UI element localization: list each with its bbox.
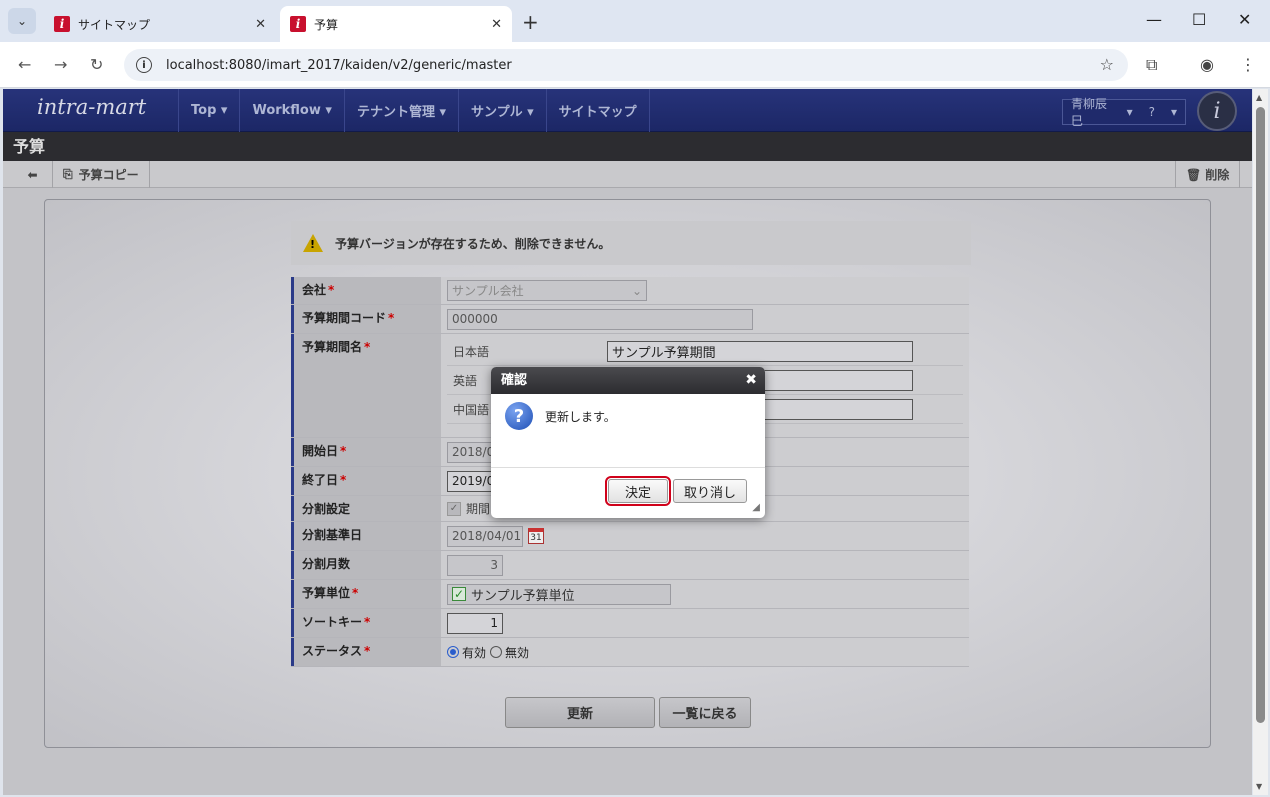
menu-sample[interactable]: サンプル ▾	[458, 89, 546, 132]
status-label: ステータス *	[291, 638, 441, 666]
scrollbar-thumb[interactable]	[1256, 107, 1265, 723]
menu-sitemap[interactable]: サイトマップ	[545, 89, 650, 132]
page-title: 予算	[3, 132, 1252, 161]
url-text: localhost:8080/imart_2017/kaiden/v2/gene…	[166, 57, 512, 73]
budget-copy-button[interactable]: ⎘ 予算コピー	[53, 161, 150, 188]
page-scrollbar[interactable]: ▲ ▼	[1253, 89, 1268, 795]
browser-menu-icon[interactable]: ⋮	[1240, 55, 1256, 74]
dialog-title: 確認	[501, 373, 528, 388]
reload-icon[interactable]: ↻	[90, 55, 103, 74]
tab-sitemap[interactable]: i サイトマップ ✕	[44, 6, 276, 42]
back-button[interactable]: ⬅	[13, 161, 53, 188]
tab-budget[interactable]: i 予算 ✕	[280, 6, 512, 42]
budget-copy-label: 予算コピー	[78, 168, 139, 182]
confirm-cancel-button[interactable]: 取り消し	[673, 479, 747, 503]
profile-icon[interactable]: ◉	[1200, 55, 1214, 74]
company-label: 会社 *	[291, 277, 441, 304]
dialog-body: ? 更新します。	[491, 394, 765, 468]
status-inactive-label: 無効	[505, 645, 530, 660]
status-inactive-radio[interactable]	[490, 646, 503, 658]
period-name-ja-input[interactable]: サンプル予算期間	[607, 340, 913, 362]
menu-top[interactable]: Top ▾	[178, 89, 239, 132]
menu-tenant-admin[interactable]: テナント管理 ▾	[343, 89, 458, 132]
warning-text: 予算バージョンが存在するため、削除できません。	[335, 236, 611, 251]
calendar-icon: 31	[528, 528, 544, 544]
confirm-ok-button[interactable]: 決定	[605, 476, 671, 506]
split-months-field: 3	[447, 554, 503, 576]
site-info-icon[interactable]: i	[136, 57, 152, 73]
user-name: 青柳辰巳	[1071, 97, 1108, 128]
main-menu: Top ▾ Workflow ▾ テナント管理 ▾ サンプル ▾ サイトマップ	[178, 89, 650, 132]
new-tab-icon[interactable]: +	[522, 10, 539, 34]
user-menu[interactable]: 青柳辰巳 ▾ ? ▾	[1062, 97, 1186, 128]
chevron-down-icon: ⌄	[631, 283, 642, 298]
sort-key-label: ソートキー *	[291, 609, 441, 637]
warning-message: 予算バージョンが存在するため、削除できません。	[291, 221, 971, 265]
browser-tab-bar: ⌄ i サイトマップ ✕ i 予算 ✕ + — ☐ ✕	[0, 0, 1270, 42]
period-code-field: 000000	[447, 308, 753, 330]
chevron-down-icon: ▾	[1170, 105, 1177, 119]
bookmark-star-icon[interactable]: ☆	[1100, 55, 1114, 74]
split-base-date-label: 分割基準日	[291, 522, 441, 550]
intramart-favicon-icon: i	[54, 16, 70, 32]
window-close-icon[interactable]: ✕	[1238, 10, 1251, 29]
chevron-down-icon: ▾	[1126, 105, 1133, 119]
intramart-logo[interactable]: intra-mart	[37, 95, 146, 119]
status-active-label: 有効	[462, 645, 487, 660]
dialog-message: 更新します。	[545, 410, 616, 424]
budget-unit-label: 予算単位 *	[291, 580, 441, 608]
lang-japanese-label: 日本語	[453, 344, 490, 359]
delete-label: 削除	[1205, 168, 1230, 182]
company-select[interactable]: サンプル会社 ⌄	[447, 280, 647, 301]
forward-arrow-icon[interactable]: →	[54, 55, 67, 74]
help-menu[interactable]: ?	[1141, 105, 1163, 119]
split-setting-label: 分割設定	[291, 496, 441, 521]
tab-title: サイトマップ	[78, 17, 151, 32]
question-icon: ?	[505, 402, 533, 430]
budget-unit-check-icon: ✓	[452, 587, 466, 601]
tab-title: 予算	[314, 17, 339, 32]
split-months-label: 分割月数	[291, 551, 441, 579]
confirm-dialog: 確認 ✖ ? 更新します。 決定 取り消し ◢	[491, 367, 765, 518]
scroll-down-icon[interactable]: ▼	[1256, 782, 1262, 791]
end-date-label: 終了日 *	[291, 467, 441, 495]
start-date-label: 開始日 *	[291, 438, 441, 466]
close-icon[interactable]: ✖	[745, 367, 757, 394]
menu-workflow[interactable]: Workflow ▾	[239, 89, 344, 132]
app-home-icon[interactable]: i	[1197, 91, 1237, 131]
copy-icon: ⎘	[63, 167, 73, 181]
back-arrow-icon[interactable]: ←	[18, 55, 31, 74]
delete-button[interactable]: 🗑 削除	[1175, 161, 1241, 188]
back-to-list-button[interactable]: 一覧に戻る	[659, 697, 751, 728]
global-navigation: intra-mart Top ▾ Workflow ▾ テナント管理 ▾ サンプ…	[3, 89, 1252, 132]
split-checkbox-label: 期間	[466, 502, 491, 516]
minimize-icon[interactable]: —	[1146, 10, 1162, 29]
split-checkbox: ✓	[447, 501, 461, 516]
period-code-label: 予算期間コード *	[291, 305, 441, 333]
scroll-up-icon[interactable]: ▲	[1256, 93, 1262, 102]
dialog-footer: 決定 取り消し ◢	[491, 468, 765, 518]
dialog-header: 確認 ✖	[491, 367, 765, 394]
toolbar: ⬅ ⎘ 予算コピー 🗑 削除	[3, 161, 1252, 188]
tab-search-button[interactable]: ⌄	[8, 8, 36, 34]
extensions-icon[interactable]: ⧉	[1146, 55, 1157, 75]
split-base-date-field: 2018/04/01	[447, 525, 523, 547]
budget-unit-field[interactable]: ✓ サンプル予算単位	[447, 583, 671, 605]
back-arrow-icon: ⬅	[27, 167, 38, 182]
warning-icon	[303, 234, 323, 252]
close-icon[interactable]: ✕	[255, 17, 266, 32]
close-icon[interactable]: ✕	[491, 17, 502, 32]
trash-icon: 🗑	[1186, 167, 1202, 182]
address-bar: ← → ↻ i localhost:8080/imart_2017/kaiden…	[0, 42, 1270, 88]
resize-grip-icon[interactable]: ◢	[752, 502, 760, 513]
period-name-label: 予算期間名 *	[291, 334, 441, 437]
url-field[interactable]: i localhost:8080/imart_2017/kaiden/v2/ge…	[124, 49, 1128, 81]
maximize-icon[interactable]: ☐	[1192, 10, 1206, 29]
sort-key-input[interactable]: 1	[447, 612, 503, 634]
update-button[interactable]: 更新	[505, 697, 655, 728]
intramart-favicon-icon: i	[290, 16, 306, 32]
status-active-radio[interactable]	[447, 646, 459, 658]
form-buttons: 更新 一覧に戻る	[505, 697, 751, 728]
